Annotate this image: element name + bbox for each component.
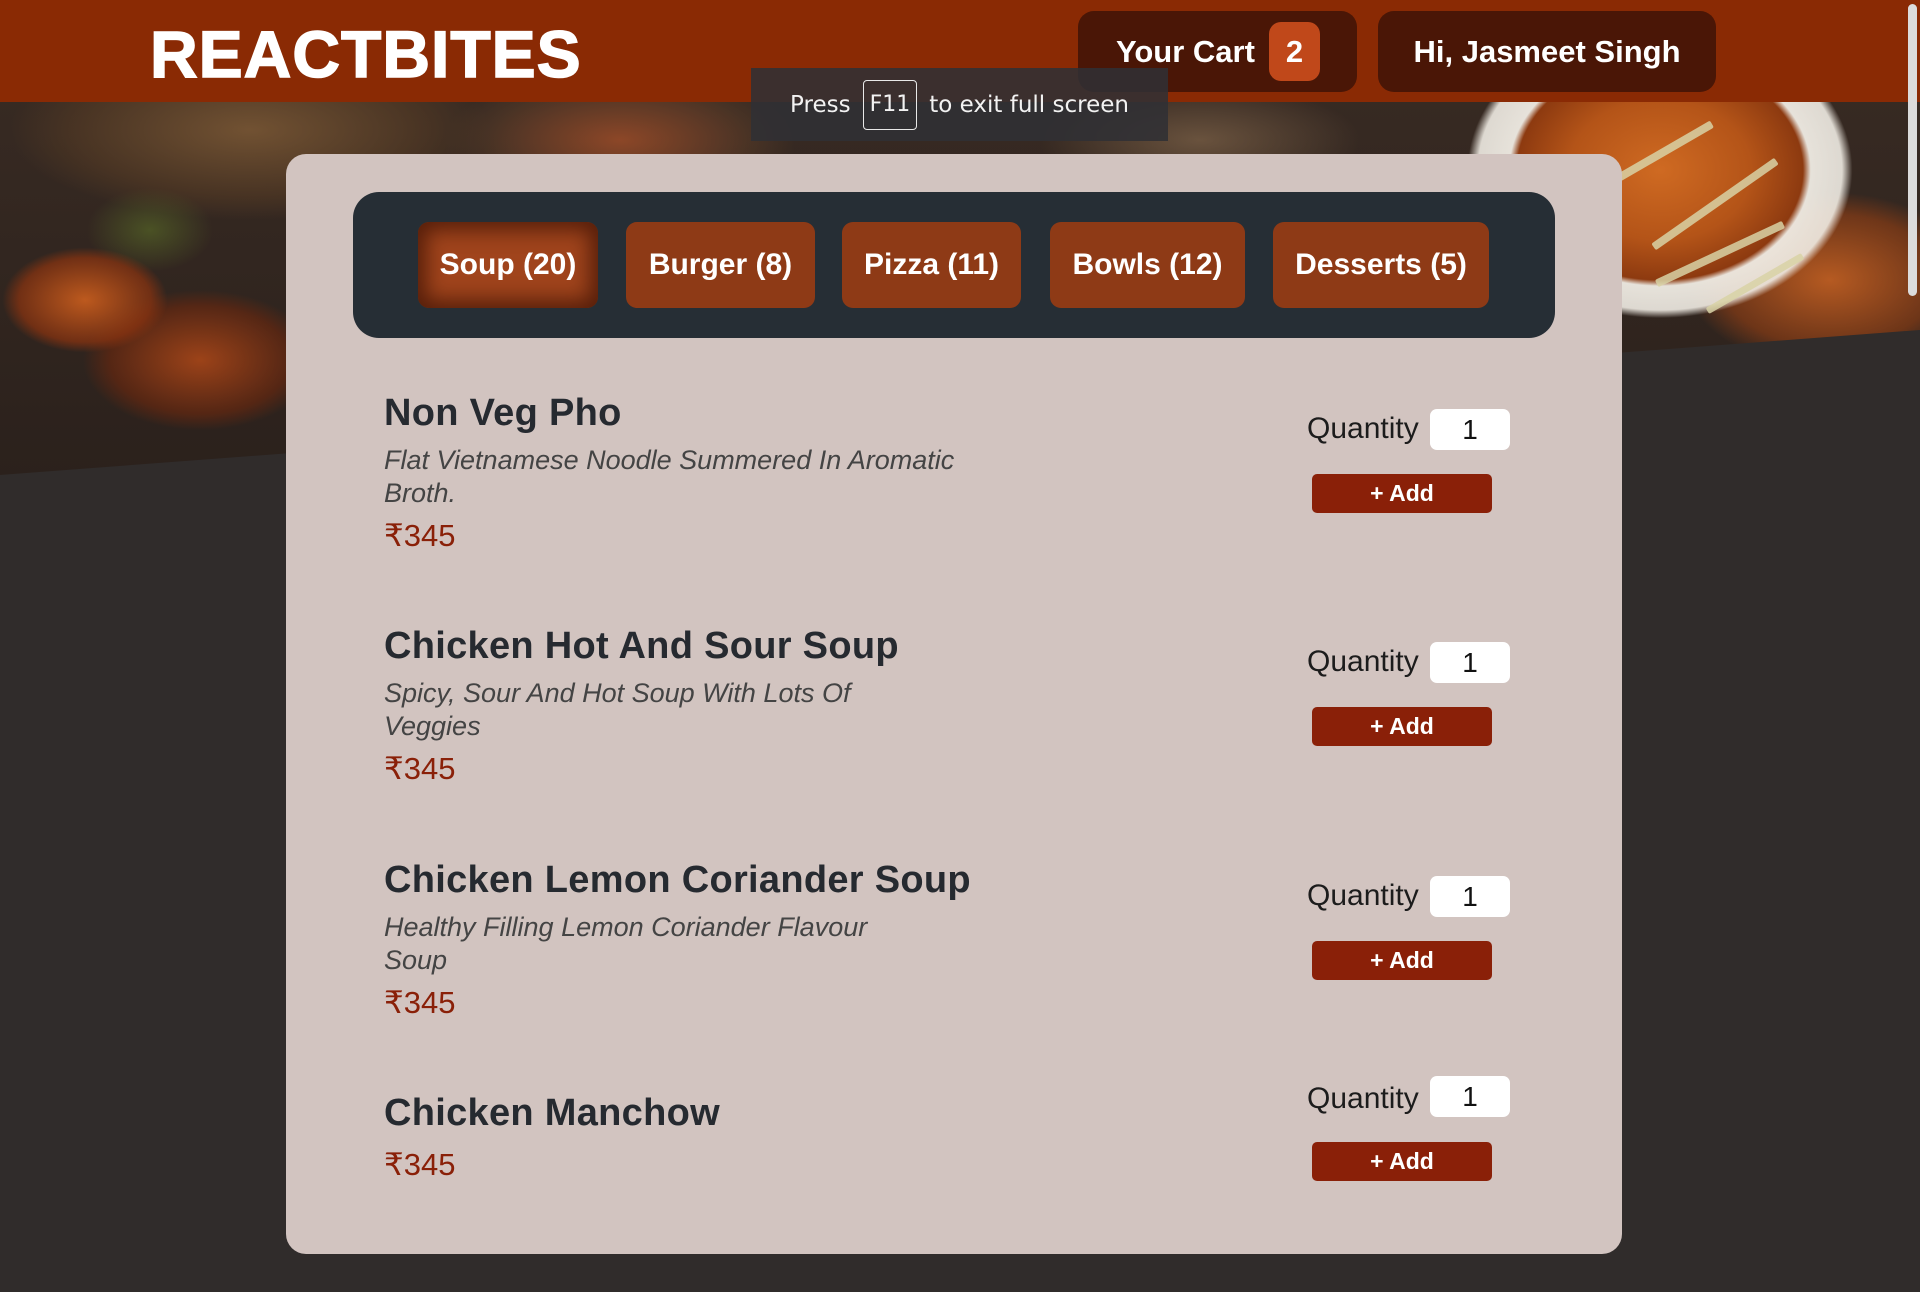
- fullscreen-press-text: Press: [790, 91, 851, 118]
- tab-burger[interactable]: Burger (8): [626, 222, 815, 308]
- f11-key: F11: [862, 79, 918, 130]
- item-description: Flat Vietnamese Noodle Summered In Aroma…: [384, 445, 955, 508]
- page-scrollbar[interactable]: [1903, 0, 1920, 1200]
- item-price: ₹345: [384, 985, 456, 1020]
- tab-soup[interactable]: Soup (20): [418, 222, 598, 308]
- user-greeting-button[interactable]: Hi, Jasmeet Singh: [1378, 11, 1716, 92]
- garnish-strip: [1606, 120, 1714, 188]
- quantity-input[interactable]: [1430, 642, 1510, 683]
- item-description: Spicy, Sour And Hot Soup With Lots Of Ve…: [384, 678, 851, 741]
- scrollbar-thumb[interactable]: [1908, 4, 1917, 296]
- add-button[interactable]: + Add: [1312, 474, 1492, 513]
- item-name: Chicken Hot And Sour Soup: [384, 625, 899, 667]
- add-button[interactable]: + Add: [1312, 1142, 1492, 1181]
- item-name: Non Veg Pho: [384, 392, 622, 434]
- brand-logo[interactable]: REACTBITES: [149, 16, 582, 92]
- add-button[interactable]: + Add: [1312, 941, 1492, 980]
- quantity-input[interactable]: [1430, 1076, 1510, 1117]
- menu-card: Soup (20) Burger (8) Pizza (11) Bowls (1…: [286, 154, 1622, 1254]
- quantity-label: Quantity: [1307, 645, 1419, 678]
- item-name: Chicken Manchow: [384, 1092, 720, 1134]
- fullscreen-message: to exit full screen: [929, 91, 1129, 118]
- item-description: Healthy Filling Lemon Coriander Flavour …: [384, 912, 868, 975]
- tab-pizza[interactable]: Pizza (11): [842, 222, 1021, 308]
- quantity-input[interactable]: [1430, 409, 1510, 450]
- tab-desserts[interactable]: Desserts (5): [1273, 222, 1489, 308]
- quantity-label: Quantity: [1307, 412, 1419, 445]
- quantity-input[interactable]: [1430, 876, 1510, 917]
- cart-label: Your Cart: [1116, 33, 1255, 69]
- list-item: Chicken Hot And Sour Soup Spicy, Sour An…: [286, 625, 1622, 825]
- quantity-label: Quantity: [1307, 879, 1419, 912]
- list-item: Chicken Manchow ₹345 Quantity + Add: [286, 1076, 1622, 1292]
- tab-bowls[interactable]: Bowls (12): [1050, 222, 1245, 308]
- add-button[interactable]: + Add: [1312, 707, 1492, 746]
- item-price: ₹345: [384, 751, 456, 786]
- list-item: Non Veg Pho Flat Vietnamese Noodle Summe…: [286, 392, 1622, 592]
- quantity-label: Quantity: [1307, 1082, 1419, 1115]
- garnish-strip: [1705, 252, 1805, 315]
- item-price: ₹345: [384, 1147, 456, 1182]
- item-name: Chicken Lemon Coriander Soup: [384, 859, 971, 901]
- fullscreen-notice: Press F11 to exit full screen: [751, 68, 1168, 141]
- list-item: Chicken Lemon Coriander Soup Healthy Fil…: [286, 859, 1622, 1059]
- item-price: ₹345: [384, 518, 456, 553]
- cart-count-badge: 2: [1268, 22, 1320, 81]
- category-tabs: Soup (20) Burger (8) Pizza (11) Bowls (1…: [353, 192, 1555, 338]
